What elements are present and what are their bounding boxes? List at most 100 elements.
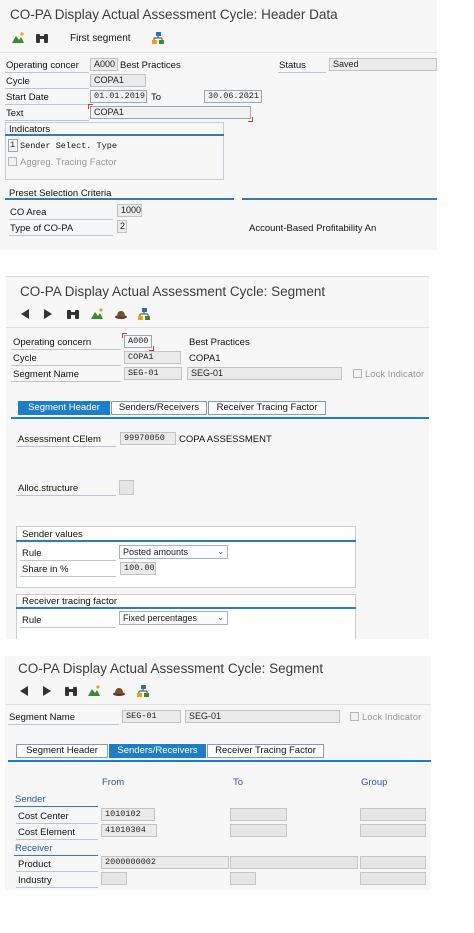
preset-title-line-right <box>242 198 437 200</box>
end-date-field[interactable]: 30.06.2021 <box>204 90 262 103</box>
alloc-structure-field[interactable] <box>119 480 134 495</box>
tab-segment-header[interactable]: Segment Header <box>18 401 110 415</box>
cycle-label: Cycle <box>6 76 30 87</box>
receiver-tracing-title-line <box>16 607 356 609</box>
hat-icon[interactable] <box>114 307 128 321</box>
segment-name-field[interactable]: SEG-01 <box>122 710 181 723</box>
cost-element-to-field[interactable] <box>230 824 287 837</box>
label-underline <box>5 88 89 89</box>
share-field[interactable]: 100.00 <box>120 562 156 575</box>
cost-center-group-field[interactable] <box>360 808 426 821</box>
operating-concern-desc: Best Practices <box>189 337 250 348</box>
type-copa-field[interactable]: 2 <box>117 220 127 233</box>
chevron-down-icon: ⌄ <box>217 547 224 556</box>
focus-corner-br <box>248 117 253 122</box>
rule-label: Rule <box>22 548 42 559</box>
section-underline <box>14 806 98 807</box>
product-label: Product <box>18 859 51 870</box>
aggreg-tracing-checkbox[interactable] <box>8 157 17 166</box>
header-data-screen: CO-PA Display Actual Assessment Cycle: H… <box>0 0 437 250</box>
type-copa-desc: Account-Based Profitability An <box>249 223 377 234</box>
rule2-label: Rule <box>22 615 42 626</box>
label-underline <box>16 839 98 840</box>
first-segment-button[interactable]: First segment <box>70 33 131 44</box>
sender-select-type-label: Sender Select. Type <box>20 141 117 151</box>
label-underline <box>16 495 116 496</box>
structure-icon[interactable] <box>136 684 150 698</box>
label-underline <box>16 887 98 888</box>
tab-receiver-tracing-factor[interactable]: Receiver Tracing Factor <box>208 401 326 415</box>
screen-title: CO-PA Display Actual Assessment Cycle: S… <box>18 661 324 676</box>
cycle-field[interactable]: COPA1 <box>124 351 181 364</box>
cost-center-to-field[interactable] <box>230 808 287 821</box>
lock-indicator-checkbox[interactable] <box>353 369 362 378</box>
lock-indicator-checkbox[interactable] <box>350 712 359 721</box>
structure-icon[interactable] <box>137 307 151 321</box>
start-date-field[interactable]: 01.01.2019 <box>90 90 147 103</box>
text-label: Text <box>6 108 24 119</box>
mountain-icon[interactable] <box>90 307 104 321</box>
cost-element-from-field[interactable]: 41010304 <box>101 824 157 837</box>
column-from: From <box>102 777 125 788</box>
cycle-desc: COPA1 <box>189 353 221 364</box>
section-underline <box>14 855 98 856</box>
tab-segment-header[interactable]: Segment Header <box>16 744 108 758</box>
tab-senders-receivers[interactable]: Senders/Receivers <box>109 744 206 758</box>
back-arrow-icon[interactable] <box>17 684 31 698</box>
status-field[interactable]: Saved <box>329 58 437 71</box>
lock-indicator-label: Lock Indicator <box>362 712 422 723</box>
forward-arrow-icon[interactable] <box>41 307 55 321</box>
binoculars-icon[interactable] <box>66 307 80 321</box>
toolbar-divider <box>5 704 431 705</box>
industry-from-field[interactable] <box>101 872 127 885</box>
label-underline <box>16 871 98 872</box>
cost-center-from-field[interactable]: 1010102 <box>101 808 155 821</box>
operating-concern-desc: Best Practices <box>120 60 181 71</box>
product-from-field[interactable]: 2000000002 <box>101 856 229 869</box>
tab-receiver-tracing-factor[interactable]: Receiver Tracing Factor <box>207 744 324 758</box>
sender-values-title: Sender values <box>22 529 83 540</box>
operating-concern-field[interactable]: A000 <box>124 335 152 348</box>
cycle-label: Cycle <box>13 353 37 364</box>
operating-concern-field[interactable]: A000 <box>90 58 118 71</box>
label-underline <box>5 104 89 105</box>
binoculars-icon[interactable] <box>64 684 78 698</box>
product-to-field[interactable] <box>230 856 358 869</box>
structure-icon[interactable] <box>151 31 165 45</box>
cost-element-group-field[interactable] <box>360 824 426 837</box>
product-group-field[interactable] <box>360 856 426 869</box>
text-field[interactable]: COPA1 <box>90 106 251 119</box>
type-copa-label: Type of CO-PA <box>10 223 74 234</box>
cycle-field[interactable]: COPA1 <box>90 74 146 87</box>
segment-desc-field[interactable]: SEG-01 <box>187 367 342 380</box>
mountain-icon[interactable] <box>87 684 101 698</box>
screen-title: CO-PA Display Actual Assessment Cycle: H… <box>10 7 338 22</box>
aggreg-tracing-label: Aggreg. Tracing Factor <box>20 157 117 168</box>
rule2-select[interactable]: Fixed percentages ⌄ <box>119 611 228 625</box>
screen-title: CO-PA Display Actual Assessment Cycle: S… <box>20 284 326 299</box>
tab-senders-receivers[interactable]: Senders/Receivers <box>111 401 207 415</box>
cost-element-label: Cost Element <box>18 827 76 838</box>
label-underline <box>20 560 116 561</box>
label-underline <box>16 823 98 824</box>
co-area-field[interactable]: 1000 <box>117 204 142 217</box>
toolbar-divider <box>6 327 429 328</box>
hat-icon[interactable] <box>112 684 126 698</box>
industry-group-field[interactable] <box>360 872 426 885</box>
industry-to-field[interactable] <box>230 872 256 885</box>
senders-receivers-screen: CO-PA Display Actual Assessment Cycle: S… <box>5 656 431 890</box>
forward-arrow-icon[interactable] <box>40 684 54 698</box>
binoculars-icon[interactable] <box>35 31 49 45</box>
top-border <box>6 276 429 277</box>
operating-concern-label: Operating concer <box>6 60 79 71</box>
back-arrow-icon[interactable] <box>18 307 32 321</box>
chevron-down-icon: ⌄ <box>217 613 224 622</box>
rule-select[interactable]: Posted amounts ⌄ <box>119 545 228 559</box>
lock-indicator-label: Lock Indicator <box>365 369 425 380</box>
sender-select-type-field[interactable]: 1 <box>8 139 18 152</box>
mountain-icon[interactable] <box>11 31 25 45</box>
segment-desc-field[interactable]: SEG-01 <box>185 710 340 723</box>
rule2-select-value: Fixed percentages <box>123 613 198 623</box>
assessment-celem-field[interactable]: 99970050 <box>120 432 176 445</box>
segment-name-field[interactable]: SEG-01 <box>124 367 182 380</box>
